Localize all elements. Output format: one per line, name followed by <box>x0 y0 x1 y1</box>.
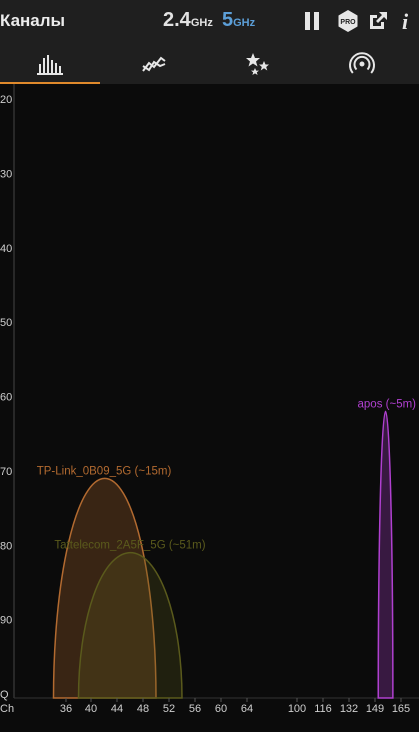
stars-icon <box>246 53 269 75</box>
x-tick-label: 100 <box>288 703 306 715</box>
x-tick-label: 40 <box>85 703 97 715</box>
x-tick-label: 48 <box>137 703 149 715</box>
share-icon[interactable] <box>366 9 390 33</box>
network-label: TP-Link_0B09_5G (~15m) <box>37 465 172 477</box>
network-label: Tattelecom_2A5F_5G (~51m) <box>54 540 205 552</box>
x-tick-label: 149 <box>366 703 384 715</box>
band-24ghz-toggle[interactable]: 2.4GHz <box>163 9 213 32</box>
pause-icon[interactable] <box>300 9 324 33</box>
y-tick-label: Q <box>0 689 9 701</box>
x-axis-label: Ch <box>0 703 14 715</box>
x-tick-label: 132 <box>340 703 358 715</box>
x-tick-label: 36 <box>60 703 72 715</box>
y-tick-label: 30 <box>0 168 12 180</box>
wifi-signal-icon <box>349 52 375 74</box>
x-tick-label: 165 <box>392 703 410 715</box>
tab-channel-graph[interactable] <box>0 44 100 84</box>
tab-access-points[interactable] <box>312 44 412 84</box>
y-tick-label: 50 <box>0 317 12 329</box>
x-tick-label: 116 <box>314 703 332 715</box>
band-24-value: 2.4 <box>163 9 191 31</box>
x-tick-label: 64 <box>241 703 253 715</box>
page-title: Каналы <box>0 11 66 30</box>
y-tick-label: 70 <box>0 466 12 478</box>
y-tick-label: 40 <box>0 243 12 255</box>
view-tabs <box>0 44 419 84</box>
y-tick-label: 60 <box>0 392 12 404</box>
pro-badge-label: PRO <box>340 19 356 26</box>
band-5-unit: GHz <box>233 17 256 29</box>
line-graph-icon <box>142 56 166 72</box>
y-tick-label: 20 <box>0 94 12 106</box>
network-curve[interactable] <box>377 410 394 699</box>
band-5ghz-toggle[interactable]: 5GHz <box>222 9 255 32</box>
x-tick-label: 56 <box>189 703 201 715</box>
info-label: i <box>402 9 409 33</box>
y-tick-label: 80 <box>0 540 12 552</box>
bar-chart-icon <box>37 55 63 75</box>
y-tick-label: 90 <box>0 615 12 627</box>
tab-channel-rating[interactable] <box>208 44 308 84</box>
tab-time-graph[interactable] <box>104 44 204 84</box>
band-24-unit: GHz <box>190 17 213 29</box>
x-tick-label: 44 <box>111 703 123 715</box>
band-5-value: 5 <box>222 9 234 31</box>
x-tick-label: 52 <box>163 703 175 715</box>
pro-badge-icon[interactable]: PRO <box>336 9 360 33</box>
channel-chart: TP-Link_0B09_5G (~15m) Tattelecom_2A5F_5G… <box>0 84 419 727</box>
channel-chart-svg: TP-Link_0B09_5G (~15m) Tattelecom_2A5F_5G… <box>0 84 419 715</box>
network-label: apos (~5m) <box>358 398 417 410</box>
x-tick-label: 60 <box>215 703 227 715</box>
info-icon[interactable]: i <box>396 9 416 34</box>
top-app-bar: Каналы 2.4GHz 5GHz PRO i <box>0 0 419 44</box>
